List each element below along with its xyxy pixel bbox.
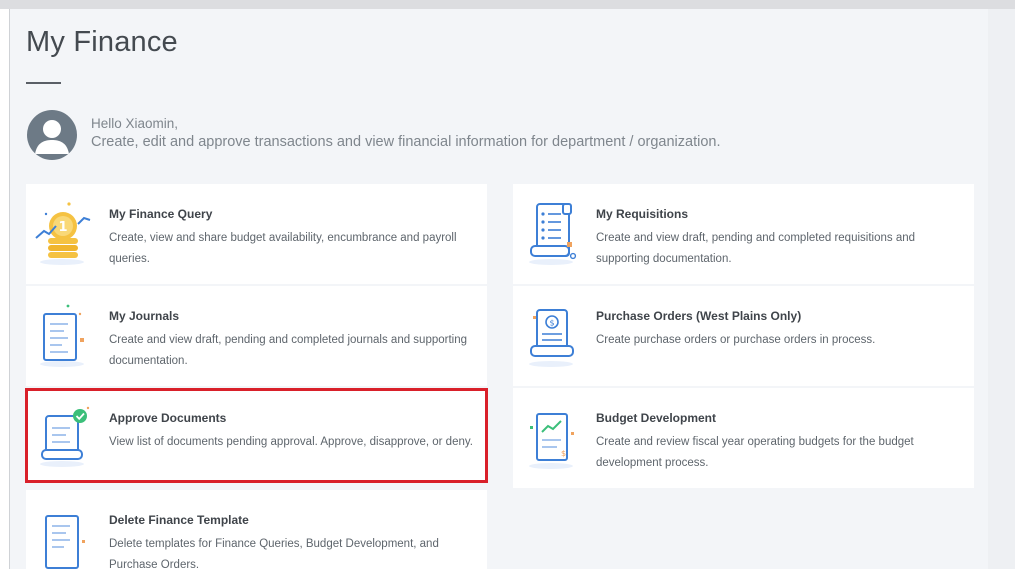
- coins-chart-icon: 1: [35, 202, 91, 265]
- user-avatar-icon: [35, 120, 69, 154]
- card-title[interactable]: Purchase Orders (West Plains Only): [596, 309, 801, 323]
- top-bar: [0, 0, 1015, 9]
- user-greeting: Hello Xiaomin,: [91, 116, 179, 131]
- title-underline: [26, 82, 61, 84]
- card-budget-development[interactable]: $ Budget Development Create and review f…: [513, 388, 974, 488]
- card-purchase-orders[interactable]: $ Purchase Orders (West Plains Only) Cre…: [513, 286, 974, 386]
- card-approve-documents[interactable]: Approve Documents View list of documents…: [26, 388, 487, 483]
- card-description: Create and view draft, pending and compl…: [596, 232, 916, 265]
- card-my-journals[interactable]: My Journals Create and view draft, pendi…: [26, 286, 487, 386]
- avatar: [27, 110, 77, 160]
- card-title[interactable]: My Finance Query: [109, 207, 212, 221]
- card-delete-finance-template[interactable]: Delete Finance Template Delete templates…: [26, 490, 487, 569]
- card-title[interactable]: Approve Documents: [109, 411, 226, 425]
- approve-document-icon: [40, 406, 90, 467]
- page-title: My Finance: [26, 26, 178, 58]
- journal-document-icon: [40, 304, 84, 367]
- card-description: Create and view draft, pending and compl…: [109, 334, 468, 367]
- card-title[interactable]: Delete Finance Template: [109, 513, 249, 527]
- card-description: Create purchase orders or purchase order…: [596, 334, 876, 346]
- card-my-finance-query[interactable]: 1 My Finance Query Create, view and shar…: [26, 184, 487, 284]
- requisition-scroll-icon: [529, 203, 577, 265]
- template-document-icon: [45, 515, 85, 569]
- svg-text:$: $: [549, 319, 554, 328]
- card-title[interactable]: My Journals: [109, 309, 179, 323]
- svg-text:$: $: [561, 449, 566, 458]
- page-intro: Create, edit and approve transactions an…: [91, 134, 721, 150]
- card-description: Create, view and share budget availabili…: [109, 232, 457, 265]
- svg-text:1: 1: [58, 220, 67, 235]
- purchase-order-icon: $: [529, 309, 574, 367]
- right-pane: [988, 9, 1015, 569]
- card-description: Create and review fiscal year operating …: [596, 436, 914, 469]
- card-description: View list of documents pending approval.…: [109, 436, 473, 448]
- card-title[interactable]: Budget Development: [596, 411, 716, 425]
- card-description: Delete templates for Finance Queries, Bu…: [109, 538, 439, 569]
- card-my-requisitions[interactable]: My Requisitions Create and view draft, p…: [513, 184, 974, 284]
- card-title[interactable]: My Requisitions: [596, 207, 688, 221]
- budget-chart-icon: $: [529, 413, 574, 469]
